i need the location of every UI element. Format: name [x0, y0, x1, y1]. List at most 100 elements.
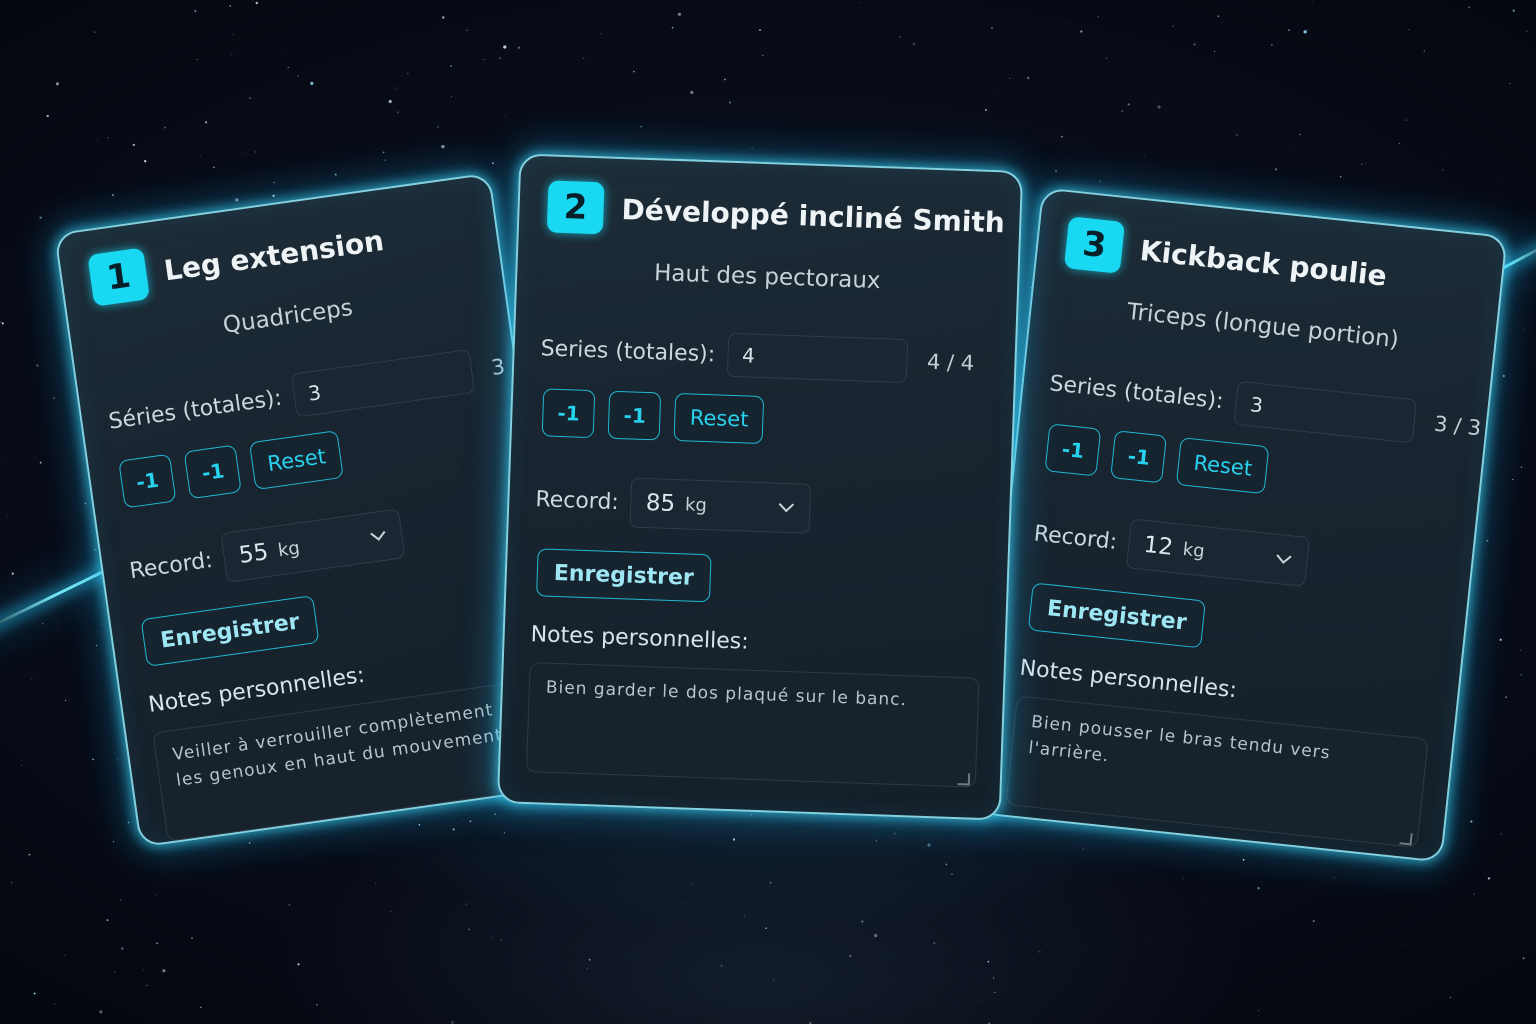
reset-button[interactable]: Reset — [249, 430, 344, 491]
decrement-button-secondary[interactable]: -1 — [1110, 430, 1168, 484]
star — [55, 82, 60, 86]
star — [492, 162, 494, 164]
star — [132, 143, 135, 147]
star — [1486, 539, 1489, 542]
star — [927, 843, 931, 847]
star — [452, 828, 455, 831]
star — [503, 45, 507, 49]
star — [436, 125, 439, 128]
star — [156, 942, 159, 945]
star — [232, 33, 234, 36]
star — [53, 1003, 56, 1005]
star — [1061, 136, 1063, 138]
star — [272, 194, 275, 197]
decrement-button[interactable]: -1 — [118, 453, 177, 509]
star — [586, 968, 588, 970]
save-button[interactable]: Enregistrer — [536, 548, 712, 603]
series-input[interactable] — [290, 349, 475, 418]
save-button[interactable]: Enregistrer — [140, 595, 320, 667]
star — [287, 66, 289, 68]
star — [112, 840, 115, 843]
star — [1333, 877, 1335, 878]
series-row: Series (totales): 4 / 4 — [540, 326, 995, 386]
star — [1486, 91, 1488, 93]
star — [252, 0, 254, 2]
star — [196, 59, 198, 61]
star — [154, 894, 157, 896]
exercise-number-badge: 1 — [87, 247, 151, 307]
series-input[interactable] — [726, 332, 908, 384]
star — [1493, 84, 1495, 86]
star — [640, 125, 642, 128]
star — [1408, 29, 1410, 30]
star — [0, 321, 2, 323]
star — [389, 910, 392, 913]
record-select[interactable]: 12 kg — [1126, 518, 1311, 587]
record-select[interactable]: 85 kg — [629, 477, 812, 534]
star — [229, 5, 232, 7]
star — [42, 623, 44, 625]
star — [933, 942, 936, 945]
star — [450, 64, 452, 67]
star — [0, 460, 1, 462]
notes-textarea[interactable]: Bien pousser le bras tendu vers l'arrièr… — [1005, 695, 1429, 849]
star — [64, 699, 67, 701]
notes-textarea[interactable]: Bien garder le dos plaqué sur le banc. — [525, 662, 980, 788]
star — [441, 145, 445, 149]
star — [194, 10, 197, 13]
star — [690, 90, 694, 94]
star — [1202, 899, 1204, 900]
record-unit: kg — [1181, 538, 1206, 562]
series-input[interactable] — [1232, 380, 1417, 444]
decrement-button-secondary[interactable]: -1 — [183, 444, 243, 500]
star — [1522, 957, 1525, 960]
series-buttons: -1 -1 Reset — [1044, 423, 1270, 495]
reset-button[interactable]: Reset — [1176, 437, 1270, 495]
star — [1512, 9, 1515, 12]
star — [1294, 148, 1296, 150]
star — [898, 35, 902, 38]
star — [254, 151, 257, 153]
star — [769, 882, 772, 884]
record-row: Record: 12 kg — [1031, 508, 1311, 587]
star — [788, 926, 790, 927]
star — [1519, 649, 1522, 652]
star — [194, 23, 196, 25]
exercise-card-2: 2 Développé incliné Smith Haut des pecto… — [496, 153, 1024, 821]
star — [1502, 374, 1505, 378]
star — [11, 572, 14, 575]
decrement-button[interactable]: -1 — [541, 388, 596, 439]
star — [1449, 996, 1451, 998]
resize-grip-icon[interactable] — [1399, 832, 1413, 846]
star — [750, 814, 753, 816]
star — [96, 138, 98, 140]
notes-label: Notes personnelles: — [1018, 655, 1239, 704]
record-select[interactable]: 55 kg — [220, 508, 406, 583]
star — [1401, 944, 1403, 945]
series-buttons: -1 -1 Reset — [118, 430, 344, 509]
star — [490, 937, 492, 939]
series-label: Series (totales): — [540, 335, 716, 367]
star — [64, 954, 66, 956]
decrement-button[interactable]: -1 — [1044, 423, 1102, 477]
star — [977, 999, 979, 1002]
series-label: Séries (totales): — [106, 385, 284, 435]
star — [382, 151, 385, 154]
star — [244, 152, 246, 154]
star — [1423, 50, 1425, 52]
star — [465, 903, 468, 906]
star — [994, 991, 996, 994]
record-value: 85 — [645, 490, 676, 518]
record-unit: kg — [276, 537, 302, 561]
save-button[interactable]: Enregistrer — [1027, 582, 1206, 649]
star — [121, 947, 124, 950]
decrement-button-secondary[interactable]: -1 — [607, 390, 662, 441]
star — [99, 1010, 103, 1014]
star — [951, 873, 953, 875]
star — [249, 97, 251, 100]
star — [833, 828, 835, 829]
record-value: 12 — [1142, 531, 1175, 561]
reset-button[interactable]: Reset — [673, 392, 765, 445]
resize-grip-icon[interactable] — [957, 773, 971, 786]
star — [849, 954, 852, 958]
